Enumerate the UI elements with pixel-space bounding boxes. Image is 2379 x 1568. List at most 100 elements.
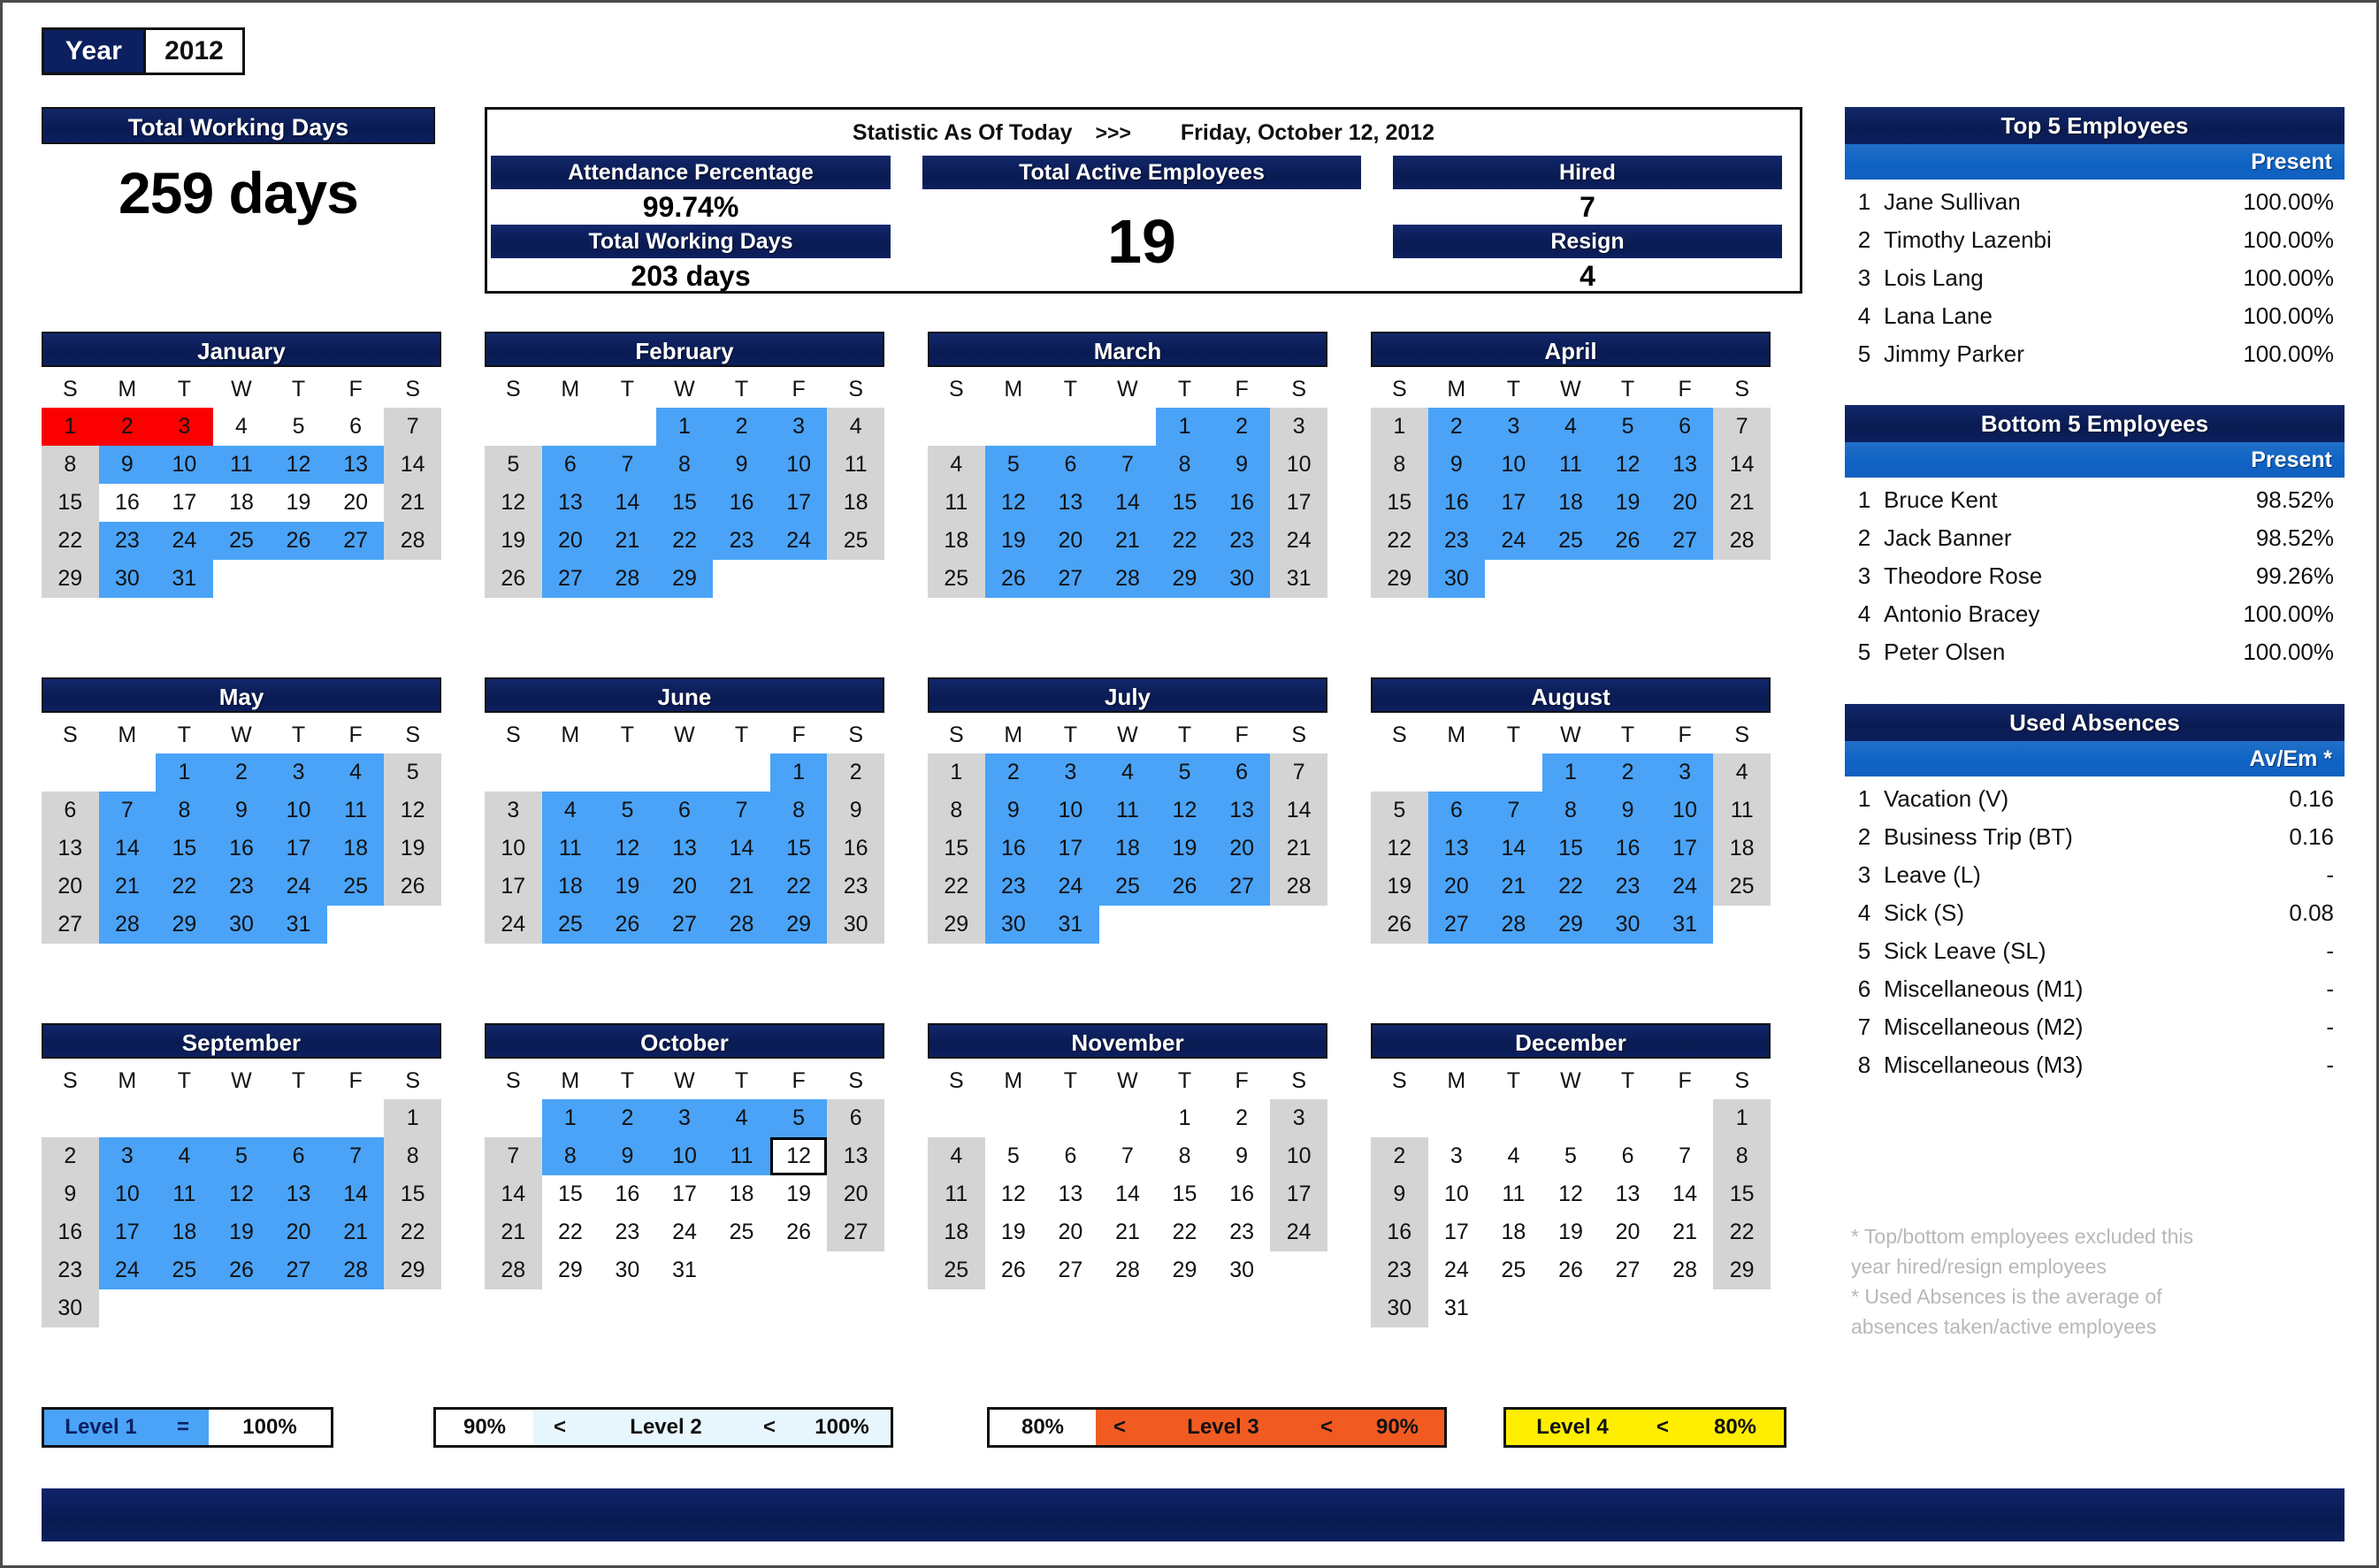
calendar-day-cell[interactable]: 5 <box>985 1137 1043 1175</box>
calendar-day-cell[interactable]: 4 <box>928 446 985 484</box>
calendar-day-cell[interactable]: 6 <box>1042 1137 1099 1175</box>
calendar-day-cell[interactable]: 13 <box>1599 1175 1656 1213</box>
calendar-day-cell[interactable]: 30 <box>984 906 1043 944</box>
calendar-day-cell[interactable]: 2 <box>98 408 157 446</box>
calendar-day-cell[interactable]: 18 <box>713 1175 770 1213</box>
calendar-day-cell[interactable]: 27 <box>42 906 99 944</box>
calendar-day-cell[interactable]: 12 <box>485 484 542 522</box>
calendar-day-cell[interactable]: 20 <box>1599 1213 1656 1251</box>
calendar-day-cell[interactable]: 25 <box>1713 868 1771 906</box>
calendar-day-cell[interactable]: 11 <box>1098 792 1157 830</box>
calendar-day-cell[interactable]: 22 <box>542 1213 600 1251</box>
calendar-day-cell[interactable]: 28 <box>713 906 770 944</box>
calendar-day-cell[interactable]: 18 <box>541 868 600 906</box>
calendar-day-cell[interactable]: 29 <box>1371 560 1428 598</box>
calendar-day-cell[interactable]: 4 <box>326 753 385 792</box>
calendar-day-cell[interactable]: 6 <box>1656 408 1714 446</box>
calendar-day-cell[interactable]: 21 <box>1485 868 1542 906</box>
calendar-day-cell[interactable]: 30 <box>1212 560 1271 598</box>
calendar-day-cell[interactable]: 28 <box>98 906 157 944</box>
calendar-day-cell[interactable]: 27 <box>1042 1251 1099 1289</box>
calendar-day-cell[interactable]: 10 <box>1042 792 1099 830</box>
calendar-day-cell[interactable]: 8 <box>1156 446 1213 484</box>
calendar-day-cell[interactable]: 6 <box>827 1099 884 1137</box>
calendar-day-cell[interactable]: 20 <box>1042 1213 1099 1251</box>
calendar-day-cell[interactable]: 26 <box>1371 906 1428 944</box>
calendar-day-cell[interactable]: 16 <box>1599 830 1656 868</box>
calendar-day-cell[interactable]: 5 <box>212 1137 271 1175</box>
calendar-day-cell[interactable]: 15 <box>655 484 714 522</box>
calendar-day-cell[interactable]: 8 <box>384 1137 441 1175</box>
calendar-day-cell[interactable]: 15 <box>1156 484 1213 522</box>
calendar-day-cell[interactable]: 23 <box>42 1251 99 1289</box>
calendar-day-cell[interactable]: 27 <box>326 522 385 560</box>
calendar-day-cell[interactable]: 4 <box>713 1099 770 1137</box>
calendar-day-cell[interactable]: 28 <box>1098 560 1157 598</box>
calendar-day-cell[interactable]: 9 <box>1371 1175 1428 1213</box>
calendar-day-cell[interactable]: 18 <box>1713 830 1771 868</box>
calendar-day-cell[interactable]: 8 <box>655 446 714 484</box>
calendar-day-cell[interactable]: 11 <box>326 792 385 830</box>
calendar-day-cell[interactable]: 13 <box>1212 792 1271 830</box>
calendar-day-cell[interactable]: 5 <box>984 446 1043 484</box>
calendar-day-cell[interactable]: 17 <box>270 830 327 868</box>
calendar-day-cell[interactable]: 6 <box>1427 792 1486 830</box>
calendar-day-cell[interactable]: 28 <box>1270 868 1327 906</box>
calendar-day-cell[interactable]: 3 <box>156 408 213 446</box>
calendar-day-cell[interactable]: 2 <box>1599 753 1656 792</box>
calendar-day-cell[interactable]: 16 <box>984 830 1043 868</box>
calendar-day-cell[interactable]: 19 <box>1599 484 1656 522</box>
calendar-day-cell[interactable]: 4 <box>928 1137 985 1175</box>
calendar-day-cell[interactable]: 27 <box>1599 1251 1656 1289</box>
calendar-day-cell[interactable]: 3 <box>769 408 828 446</box>
calendar-day-cell[interactable]: 17 <box>98 1213 157 1251</box>
calendar-day-cell[interactable]: 15 <box>1156 1175 1213 1213</box>
calendar-day-cell[interactable]: 22 <box>655 522 714 560</box>
calendar-day-cell[interactable]: 18 <box>1485 1213 1542 1251</box>
calendar-day-cell[interactable]: 23 <box>713 522 770 560</box>
calendar-day-cell[interactable]: 30 <box>599 1251 656 1289</box>
calendar-day-cell[interactable]: 24 <box>1485 522 1542 560</box>
calendar-day-cell[interactable]: 5 <box>599 792 656 830</box>
calendar-day-cell[interactable]: 30 <box>98 560 157 598</box>
calendar-day-cell[interactable]: 20 <box>1427 868 1486 906</box>
calendar-day-cell[interactable]: 15 <box>1371 484 1428 522</box>
calendar-day-cell[interactable]: 15 <box>42 484 99 522</box>
calendar-day-cell[interactable]: 18 <box>1541 484 1600 522</box>
calendar-day-cell[interactable]: 18 <box>928 522 985 560</box>
calendar-day-cell[interactable]: 24 <box>1428 1251 1486 1289</box>
calendar-day-cell[interactable]: 14 <box>98 830 157 868</box>
calendar-day-cell[interactable]: 7 <box>1099 1137 1157 1175</box>
calendar-day-cell[interactable]: 17 <box>156 484 213 522</box>
calendar-day-cell[interactable]: 25 <box>713 1213 770 1251</box>
calendar-day-cell[interactable]: 5 <box>769 1099 828 1137</box>
calendar-day-cell[interactable]: 9 <box>599 1137 656 1175</box>
calendar-day-cell[interactable]: 9 <box>713 446 770 484</box>
calendar-day-cell[interactable]: 28 <box>1656 1251 1714 1289</box>
calendar-day-cell[interactable]: 1 <box>1156 408 1213 446</box>
calendar-day-cell[interactable]: 23 <box>827 868 884 906</box>
calendar-day-cell[interactable]: 30 <box>1213 1251 1271 1289</box>
calendar-day-cell[interactable]: 25 <box>928 560 985 598</box>
calendar-day-cell[interactable]: 31 <box>1428 1289 1486 1327</box>
calendar-day-cell[interactable]: 20 <box>327 484 385 522</box>
calendar-day-cell[interactable]: 22 <box>928 868 985 906</box>
calendar-day-cell[interactable]: 7 <box>713 792 770 830</box>
calendar-day-cell[interactable]: 28 <box>1713 522 1771 560</box>
calendar-day-cell[interactable]: 6 <box>327 408 385 446</box>
calendar-day-cell[interactable]: 13 <box>541 484 600 522</box>
calendar-day-cell[interactable]: 29 <box>1713 1251 1771 1289</box>
calendar-day-cell[interactable]: 26 <box>212 1251 271 1289</box>
calendar-day-cell[interactable]: 21 <box>384 484 441 522</box>
calendar-day-cell[interactable]: 25 <box>541 906 600 944</box>
calendar-day-cell[interactable]: 25 <box>326 868 385 906</box>
calendar-day-cell[interactable]: 13 <box>1656 446 1714 484</box>
calendar-day-cell[interactable]: 13 <box>1042 484 1099 522</box>
calendar-day-cell[interactable]: 30 <box>1427 560 1486 598</box>
calendar-day-cell[interactable]: 25 <box>1098 868 1157 906</box>
calendar-day-cell[interactable]: 4 <box>541 792 600 830</box>
calendar-day-cell[interactable]: 26 <box>984 560 1043 598</box>
calendar-day-cell[interactable]: 9 <box>1427 446 1486 484</box>
calendar-day-cell[interactable]: 29 <box>769 906 828 944</box>
calendar-day-cell[interactable]: 12 <box>384 792 441 830</box>
